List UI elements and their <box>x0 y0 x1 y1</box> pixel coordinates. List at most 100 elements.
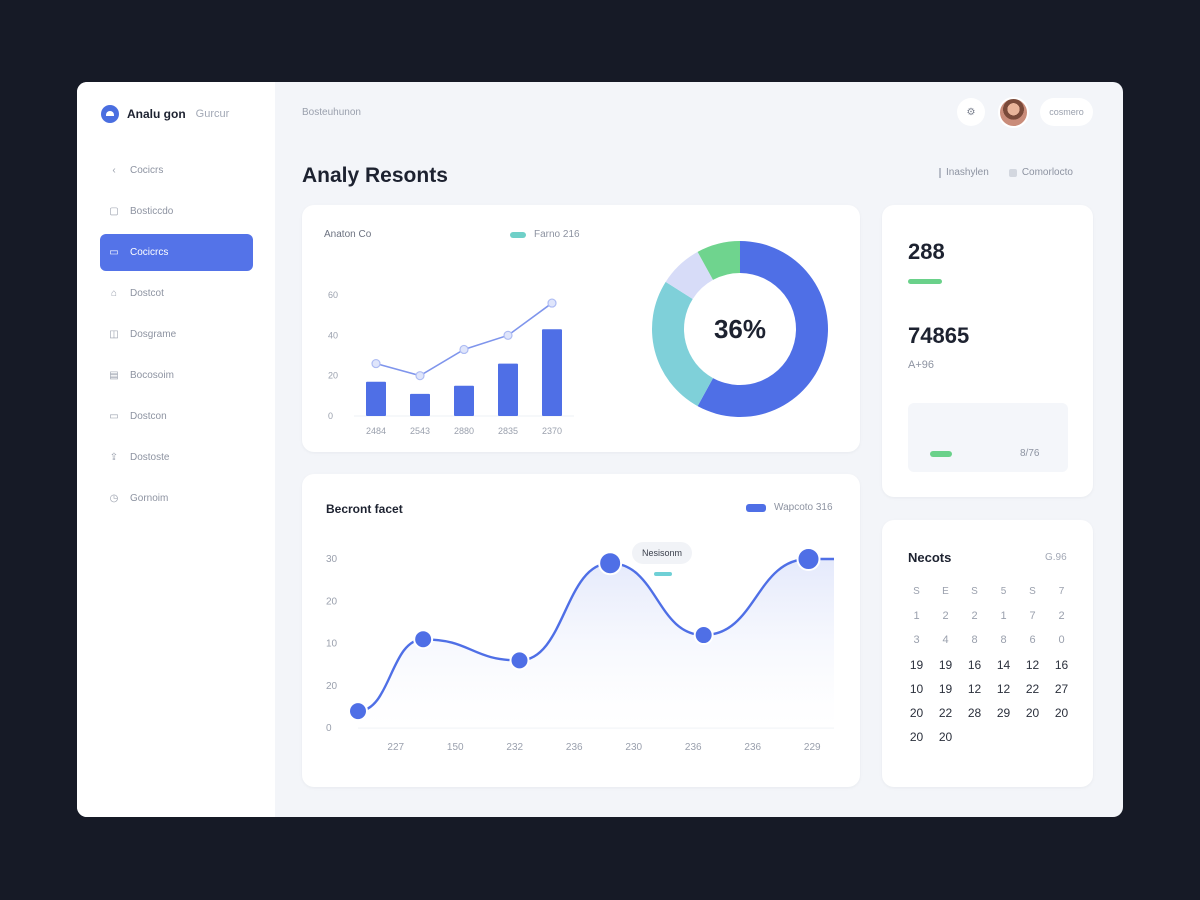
sidebar-item-label: Gornoim <box>130 493 169 504</box>
sidebar-item-2[interactable]: ▢ Bosticcdo <box>100 193 253 230</box>
data-point <box>348 701 368 722</box>
calendar-day[interactable]: 20 <box>1018 706 1047 722</box>
donut-center-label: 36% <box>714 314 766 344</box>
calendar-title: Necots <box>908 550 952 565</box>
sidebar-item-6[interactable]: ▤ Bocosoim <box>100 357 253 394</box>
x-tick-label: 227 <box>387 742 404 753</box>
mini-panel: 8/76 <box>908 403 1068 472</box>
divider-icon <box>939 167 941 178</box>
calendar-day[interactable]: 3 <box>902 634 931 650</box>
sidebar-item-7[interactable]: ▭ Dostcon <box>100 398 253 435</box>
filter-label: Comorlocto <box>1021 167 1073 178</box>
calendar-day[interactable]: 6 <box>1018 634 1047 650</box>
calendar-month[interactable]: G.96 <box>1045 552 1067 563</box>
calendar-day[interactable]: 8 <box>960 634 989 650</box>
donut-chart: 36% <box>652 241 828 417</box>
tag-icon: ▢ <box>109 206 119 217</box>
calendar-day[interactable]: 0 <box>1047 634 1076 650</box>
data-point <box>598 551 623 576</box>
series-line <box>375 302 553 377</box>
calendar-day[interactable]: 28 <box>960 706 989 722</box>
stat-progress-bar <box>908 279 942 284</box>
y-tick-label: 40 <box>328 330 338 340</box>
calendar-day[interactable]: 12 <box>989 682 1018 698</box>
square-icon <box>1008 168 1017 177</box>
bar <box>498 363 518 416</box>
card-icon: ▭ <box>109 411 119 422</box>
line-point <box>547 298 557 308</box>
calendar-day[interactable]: 2 <box>931 610 960 626</box>
calendar-day[interactable]: 20 <box>902 730 931 746</box>
legend-swatch <box>510 231 526 238</box>
sidebar: Analu gon Gurcur ‹ Cocicrs ▢ Bosticcdo ▭… <box>77 82 275 817</box>
breadcrumb[interactable]: Bosteuhunon <box>302 107 361 118</box>
legend: Farno 216 <box>510 229 580 240</box>
stat-change: A+96 <box>908 359 934 371</box>
bar-line-chart: 0 20 40 60 2484 2543 2880 2835 2370 <box>328 290 574 436</box>
calendar-card: Necots G.96 S E S 5 S 7 1 2 2 1 7 2 3 4 8 8 6 0 19 19 16 14 12… <box>882 520 1093 787</box>
calendar-day[interactable]: 16 <box>960 658 989 674</box>
clock-icon: ◷ <box>109 493 119 504</box>
bar <box>454 385 474 416</box>
data-point <box>693 625 714 646</box>
x-tick-label: 2543 <box>410 426 430 436</box>
x-tick-label: 2370 <box>542 426 562 436</box>
bar <box>366 381 386 416</box>
line-point <box>371 358 381 369</box>
sidebar-item-3-active[interactable]: ▭ Cocicrcs <box>100 234 253 271</box>
calendar-day[interactable]: 10 <box>902 682 931 698</box>
line-point <box>503 330 513 340</box>
sidebar-item-9[interactable]: ◷ Gornoim <box>100 480 253 517</box>
calendar-day[interactable]: 22 <box>1018 682 1047 698</box>
sidebar-item-label: Cocicrcs <box>130 247 169 258</box>
calendar-day[interactable]: 1 <box>902 610 931 626</box>
calendar-day[interactable]: 8 <box>989 634 1018 650</box>
calendar-day[interactable]: 2 <box>960 610 989 626</box>
calendar-day[interactable]: 4 <box>931 634 960 650</box>
calendar-day[interactable]: 19 <box>902 658 931 674</box>
calendar-day[interactable]: 1 <box>989 610 1018 626</box>
avatar[interactable] <box>998 97 1029 128</box>
calendar-day[interactable]: 7 <box>1018 610 1047 626</box>
user-menu-button[interactable]: cosmero <box>1040 98 1093 126</box>
sidebar-item-8[interactable]: ⇪ Dostoste <box>100 439 253 476</box>
calendar-weekday: E <box>942 586 949 597</box>
sidebar-nav: ‹ Cocicrs ▢ Bosticcdo ▭ Cocicrcs ⌂ Dostc… <box>100 152 253 521</box>
y-tick-label: 30 <box>326 554 338 565</box>
calendar-day[interactable]: 19 <box>931 682 960 698</box>
page-title: Analy Resonts <box>302 164 448 187</box>
calendar-day[interactable]: 16 <box>1047 658 1076 674</box>
filter-label: Inashylen <box>946 167 989 178</box>
calendar-day[interactable]: 19 <box>931 658 960 674</box>
calendar-day[interactable]: 12 <box>960 682 989 698</box>
calendar-day[interactable]: 27 <box>1047 682 1076 698</box>
calendar-day[interactable]: 20 <box>931 730 960 746</box>
brand-subtitle: Gurcur <box>195 108 230 120</box>
x-tick-label: 236 <box>744 742 761 753</box>
sidebar-item-label: Dosgrame <box>130 329 177 340</box>
gear-icon: ⚙ <box>966 106 976 118</box>
sidebar-item-label: Bocosoim <box>130 370 174 381</box>
filter-2[interactable]: Comorlocto <box>1008 167 1073 178</box>
y-tick-label: 0 <box>326 723 332 734</box>
line-point <box>415 371 425 381</box>
area-chart: 0 20 10 20 30 227 150 232 236 230 236 236 229 <box>326 547 834 753</box>
sidebar-item-5[interactable]: ◫ Dosgrame <box>100 316 253 353</box>
calendar-day[interactable]: 20 <box>902 706 931 722</box>
calendar-day[interactable]: 2 <box>1047 610 1076 626</box>
camera-icon: ◫ <box>109 329 119 340</box>
calendar-day <box>1018 730 1047 746</box>
settings-button[interactable]: ⚙ <box>957 98 985 126</box>
filter-1[interactable]: Inashylen <box>939 167 989 178</box>
x-tick-label: 236 <box>685 742 702 753</box>
sidebar-item-1[interactable]: ‹ Cocicrs <box>100 152 253 189</box>
calendar-day[interactable]: 29 <box>989 706 1018 722</box>
calendar-day[interactable]: 22 <box>931 706 960 722</box>
calendar-day[interactable]: 20 <box>1047 706 1076 722</box>
calendar-day[interactable]: 12 <box>1018 658 1047 674</box>
bar <box>410 393 430 416</box>
calendar-grid: S E S 5 S 7 1 2 2 1 7 2 3 4 8 8 6 0 19 19 16 14 12 16 10 19 12 12 22… <box>902 586 1076 746</box>
sidebar-item-4[interactable]: ⌂ Dostcot <box>100 275 253 312</box>
brand[interactable]: Analu gon Gurcur <box>101 105 229 123</box>
calendar-day[interactable]: 14 <box>989 658 1018 674</box>
